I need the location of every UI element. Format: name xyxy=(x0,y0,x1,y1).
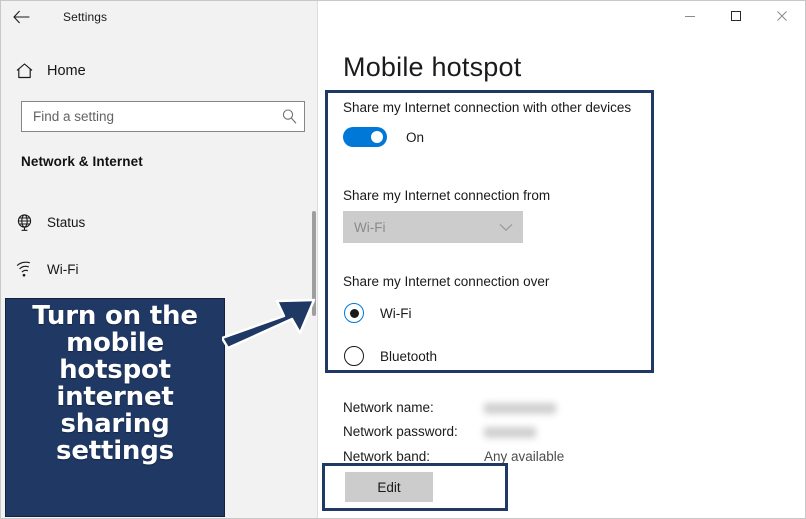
sidebar-item-home-label: Home xyxy=(47,63,86,79)
maximize-button[interactable] xyxy=(713,1,759,31)
sidebar-item-status[interactable]: Status xyxy=(1,205,318,239)
toggle-state-label: On xyxy=(406,129,425,145)
minimize-button[interactable] xyxy=(667,1,713,31)
share-with-devices-toggle[interactable] xyxy=(343,127,387,147)
close-button[interactable] xyxy=(759,1,805,31)
network-name-value-redacted xyxy=(484,403,556,414)
radio-wifi-dot xyxy=(349,308,359,318)
network-name-label: Network name: xyxy=(343,400,434,415)
network-band-label: Network band: xyxy=(343,449,431,464)
settings-window: Settings Home Find a setting Network & I… xyxy=(0,0,806,519)
back-arrow-icon xyxy=(12,10,29,24)
share-from-dropdown[interactable]: Wi-Fi xyxy=(343,211,523,243)
home-icon xyxy=(1,62,47,80)
back-button[interactable] xyxy=(1,1,41,33)
network-band-value: Any available xyxy=(484,449,565,464)
globe-icon xyxy=(1,213,47,232)
network-password-label: Network password: xyxy=(343,424,458,439)
sidebar-item-home[interactable]: Home xyxy=(1,55,318,87)
radio-bluetooth-indicator xyxy=(344,346,364,366)
page-title: Mobile hotspot xyxy=(343,52,522,82)
search-icon[interactable] xyxy=(274,108,304,125)
annotation-callout: Turn on the mobile hotspot internet shar… xyxy=(5,298,225,517)
minimize-icon xyxy=(685,16,695,17)
share-with-devices-label: Share my Internet connection with other … xyxy=(343,100,632,115)
maximize-icon xyxy=(731,11,741,21)
share-from-label: Share my Internet connection from xyxy=(343,188,551,203)
window-title: Settings xyxy=(63,10,108,24)
radio-option-bluetooth[interactable]: Bluetooth xyxy=(344,346,437,366)
wifi-icon xyxy=(1,261,47,278)
sidebar-item-status-label: Status xyxy=(47,214,86,230)
sidebar-titlebar: Settings xyxy=(1,1,318,33)
network-password-value-redacted xyxy=(484,427,536,438)
sidebar-section-header: Network & Internet xyxy=(21,154,143,169)
search-input[interactable]: Find a setting xyxy=(21,101,305,132)
radio-option-bluetooth-label: Bluetooth xyxy=(380,348,438,364)
radio-option-wifi-label: Wi-Fi xyxy=(380,305,412,321)
search-placeholder: Find a setting xyxy=(33,109,115,124)
annotation-callout-text: Turn on the mobile hotspot internet shar… xyxy=(32,301,198,467)
share-over-label: Share my Internet connection over xyxy=(343,274,550,289)
radio-option-wifi[interactable]: Wi-Fi xyxy=(344,303,411,323)
sidebar-item-wifi-label: Wi-Fi xyxy=(47,261,79,277)
close-icon xyxy=(777,11,787,21)
radio-wifi-indicator xyxy=(344,303,364,323)
share-with-devices-toggle-row: On xyxy=(343,127,424,147)
sidebar-scrollbar-thumb[interactable] xyxy=(312,211,316,316)
chevron-down-icon xyxy=(489,223,523,232)
edit-button[interactable]: Edit xyxy=(345,472,433,502)
toggle-knob xyxy=(371,131,383,143)
window-controls xyxy=(318,1,805,33)
share-from-selected-value: Wi-Fi xyxy=(354,219,386,235)
sidebar-item-wifi[interactable]: Wi-Fi xyxy=(1,252,318,286)
